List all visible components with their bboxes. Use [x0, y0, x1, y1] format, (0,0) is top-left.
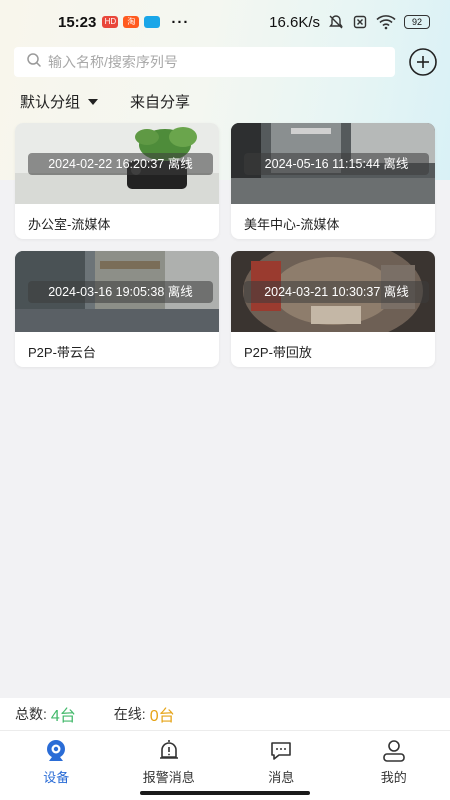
wifi-icon — [376, 14, 396, 30]
online-count: 0台 — [149, 708, 175, 725]
add-device-button[interactable] — [408, 47, 438, 77]
device-status-overlay: 2024-02-22 16:20:37 离线 — [28, 153, 213, 175]
search-icon — [26, 52, 42, 73]
battery-icon: 92 — [404, 15, 430, 29]
app-icon — [144, 16, 161, 28]
bottom-tab-bar: 设备 报警消息 消息 我的 — [0, 730, 450, 800]
home-indicator — [140, 791, 310, 795]
camera-thumbnail: 2024-02-22 16:20:37 离线 — [15, 123, 219, 204]
device-status-overlay: 2024-03-21 10:30:37 离线 — [244, 281, 429, 303]
tab-shared[interactable]: 来自分享 — [130, 91, 190, 112]
status-bar: 15:23 HD 淘 ··· 16.6K/s 92 — [0, 0, 450, 44]
group-tabs: 默认分组 来自分享 — [20, 91, 190, 112]
message-icon — [271, 742, 292, 760]
device-card[interactable]: 2024-03-16 19:05:38 离线 P2P-带云台 — [15, 251, 219, 367]
tab-alarm-messages[interactable]: 报警消息 — [113, 731, 226, 800]
taobao-icon: 淘 — [123, 16, 140, 28]
alarm-bell-icon — [159, 740, 178, 759]
shared-label: 来自分享 — [130, 94, 191, 111]
total-label: 总数: — [15, 706, 47, 722]
user-icon — [382, 740, 405, 762]
tab-messages[interactable]: 消息 — [225, 731, 338, 800]
mute-icon — [328, 14, 344, 30]
camera-icon — [47, 740, 66, 761]
network-speed: 16.6K/s — [269, 13, 320, 31]
tab-profile[interactable]: 我的 — [338, 731, 450, 800]
tab-default-group[interactable]: 默认分组 — [20, 91, 99, 112]
device-status-overlay: 2024-03-16 19:05:38 离线 — [28, 281, 213, 303]
device-card[interactable]: 2024-05-16 11:15:44 离线 美年中心-流媒体 — [231, 123, 435, 239]
tab-label: 消息 — [268, 770, 295, 785]
status-right: 16.6K/s 92 — [269, 14, 430, 31]
status-time: 15:23 — [58, 13, 97, 31]
more-notifications-icon: ··· — [171, 13, 190, 31]
caret-down-icon — [88, 98, 99, 105]
device-status-overlay: 2024-05-16 11:15:44 离线 — [244, 153, 429, 175]
no-sim-icon — [352, 14, 368, 30]
tab-label: 我的 — [380, 770, 407, 785]
device-name: 办公室-流媒体 — [28, 217, 111, 232]
total-count: 4台 — [50, 708, 76, 725]
camera-thumbnail: 2024-03-21 10:30:37 离线 — [231, 251, 435, 332]
default-group-label: 默认分组 — [20, 94, 81, 111]
camera-thumbnail: 2024-05-16 11:15:44 离线 — [231, 123, 435, 204]
search-input[interactable] — [48, 54, 368, 70]
device-name: P2P-带回放 — [244, 345, 312, 360]
online-label: 在线: — [113, 706, 146, 722]
plus-circle-icon — [409, 48, 437, 76]
hd-icon: HD — [102, 16, 119, 28]
tab-label: 报警消息 — [142, 770, 195, 785]
camera-thumbnail: 2024-03-16 19:05:38 离线 — [15, 251, 219, 332]
search-box[interactable] — [14, 47, 395, 77]
device-name: 美年中心-流媒体 — [244, 217, 340, 232]
tab-devices[interactable]: 设备 — [0, 731, 113, 800]
search-row — [14, 47, 438, 77]
tab-label: 设备 — [43, 770, 70, 785]
device-card[interactable]: 2024-03-21 10:30:37 离线 P2P-带回放 — [231, 251, 435, 367]
device-name: P2P-带云台 — [28, 345, 96, 360]
device-card[interactable]: 2024-02-22 16:20:37 离线 办公室-流媒体 — [15, 123, 219, 239]
device-summary: 总数: 4台 在线: 0台 — [0, 698, 450, 730]
